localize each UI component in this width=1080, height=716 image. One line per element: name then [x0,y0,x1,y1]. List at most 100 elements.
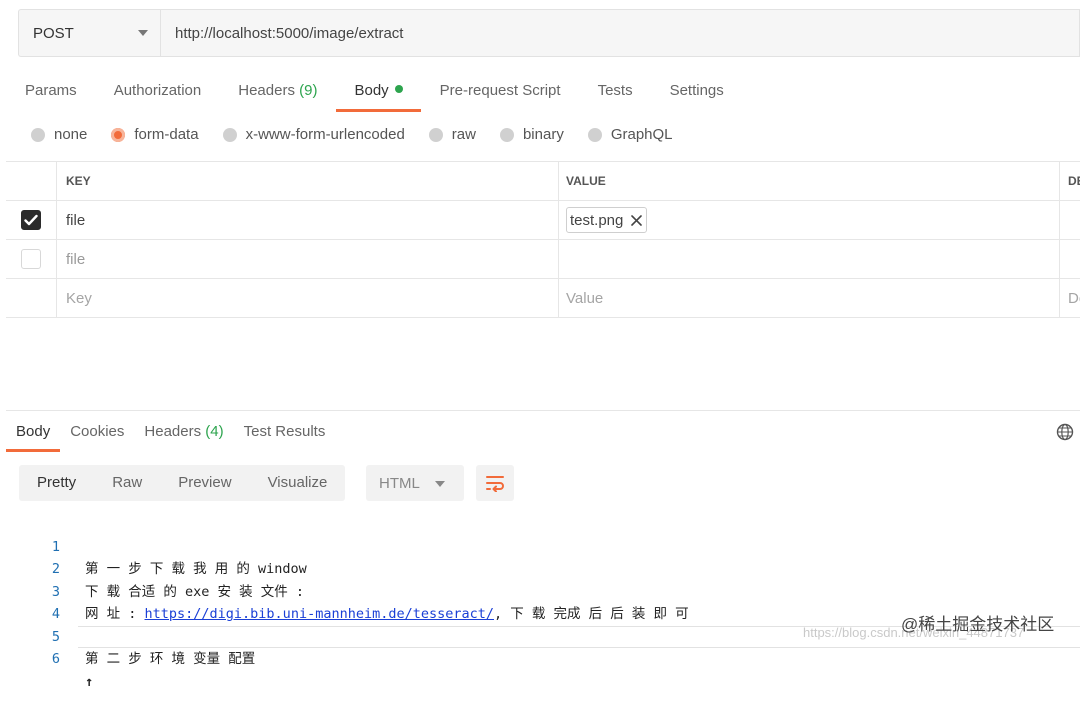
body-type-radios: none form-data x-www-form-urlencoded raw… [31,126,697,143]
code-line: 1 第 一 步 下 载 我 用 的 window [0,513,307,578]
line-text: 第 一 步 下 载 我 用 的 window [85,561,307,577]
radio-label: raw [451,126,476,143]
column-header-value: VALUE [559,162,1060,200]
row-enabled-checkbox[interactable] [21,210,41,230]
key-text: file [66,211,86,229]
header-check-cell [6,162,57,200]
code-line: 2 下 载 合适 的 exe 安 装 文件 : [0,536,304,600]
radio-label: binary [522,126,564,143]
line-suffix: , 下 载 完成 后 后 装 即 可 [494,606,689,622]
row-check-cell [6,279,57,317]
key-input[interactable]: Key [57,279,559,317]
tab-label: Body [354,82,389,99]
tab-count-badge: (9) [299,82,318,99]
response-view-modes: Pretty Raw Preview Visualize [19,465,346,501]
radio-graphql[interactable]: GraphQL [587,126,673,143]
description-input[interactable]: Des [1060,279,1080,317]
tesseract-link[interactable]: https://digi.bib.uni-mannheim.de/tessera… [145,606,495,622]
radio-raw[interactable]: raw [428,126,476,143]
tab-label: Tests [597,82,633,99]
tab-label: Cookies [70,423,125,440]
radio-label: none [54,126,88,143]
line-number: 3 [51,583,60,600]
line-number: 2 [51,561,60,577]
radio-none[interactable]: none [31,126,87,143]
response-tab-test-results[interactable]: Test Results [244,414,326,452]
tab-label: Headers [238,82,295,99]
key-cell[interactable]: file [57,240,559,278]
description-cell[interactable] [1060,240,1080,278]
tab-pre-request-script[interactable]: Pre-request Script [440,72,561,112]
view-mode-preview[interactable]: Preview [160,465,249,501]
line-prefix: 网 址 : [85,606,145,622]
language-select[interactable]: HTML [366,465,464,501]
radio-circle-selected-icon [111,127,126,142]
table-row: file [6,240,1080,279]
active-dot-icon [394,85,403,94]
column-header-key: KEY [57,162,559,200]
tab-settings[interactable]: Settings [670,72,724,112]
radio-circle-icon [222,127,237,142]
tab-label: Authorization [113,82,202,99]
tab-tests[interactable]: Tests [598,72,633,112]
response-tab-headers[interactable]: Headers (4) [144,414,223,452]
table-header-row: KEY VALUE DESC [6,162,1080,201]
radio-binary[interactable]: binary [499,126,564,143]
line-number: 6 [51,651,60,667]
view-mode-visualize[interactable]: Visualize [250,465,346,501]
value-input[interactable]: Value [559,279,1060,317]
file-chip: test.png [566,207,648,233]
table-row-new: Key Value Des [6,279,1080,318]
response-tab-body[interactable]: Body [5,414,61,452]
tab-label: Body [16,423,51,440]
tab-body[interactable]: Body [336,72,421,112]
radio-label: form-data [134,126,199,143]
request-tabs: Params Authorization Headers (9) Body Pr… [25,72,761,112]
globe-icon[interactable] [1056,423,1074,446]
key-cell[interactable]: file [57,201,559,239]
radio-x-www-form-urlencoded[interactable]: x-www-form-urlencoded [222,126,405,143]
url-input[interactable]: http://localhost:5000/image/extract [160,9,1080,57]
tab-count-badge: (4) [205,423,224,440]
radio-label: GraphQL [610,126,673,143]
tab-label: Params [25,82,77,99]
line-number: 1 [51,538,60,555]
radio-circle-icon [31,127,45,142]
watermark: @稀土掘金技术社区 [901,615,1055,634]
tab-headers[interactable]: Headers (9) [238,72,317,112]
value-cell[interactable]: test.png [559,201,1060,239]
table-row: file test.png [6,201,1080,240]
code-line: 3 网 址 : https://digi.bib.uni-mannheim.de… [0,558,689,623]
http-method-label: POST [33,24,74,42]
code-line: 6 ↑ [0,626,93,690]
radio-form-data[interactable]: form-data [111,126,199,143]
chevron-down-icon [138,30,148,36]
line-text: 第 二 步 环 境 变量 配置 [85,651,256,667]
language-label: HTML [379,474,420,492]
file-name: test.png [570,211,624,229]
url-text: http://localhost:5000/image/extract [175,24,404,42]
tab-label: Settings [669,82,724,99]
line-number: 4 [51,606,60,622]
row-enabled-checkbox[interactable] [21,249,41,269]
key-text: file [66,250,86,268]
line-number: 5 [51,628,60,645]
response-tabs: Body Cookies Headers (4) Test Results [5,414,345,452]
wrap-lines-button[interactable] [476,465,514,501]
response-tab-cookies[interactable]: Cookies [70,414,124,452]
remove-file-close-icon[interactable] [631,214,643,226]
description-cell[interactable] [1060,201,1080,239]
tab-label: Pre-request Script [439,82,561,99]
view-mode-raw[interactable]: Raw [94,465,160,501]
checkmark-icon [24,214,38,226]
view-mode-pretty[interactable]: Pretty [19,465,94,501]
radio-circle-icon [428,127,443,142]
tab-authorization[interactable]: Authorization [114,72,202,112]
wrap-lines-icon [486,476,504,492]
value-cell[interactable] [559,240,1060,278]
tab-params[interactable]: Params [25,72,77,112]
form-data-table: KEY VALUE DESC file test.png file [6,161,1080,318]
response-code-viewer[interactable]: 1 第 一 步 下 载 我 用 的 window 2 下 载 合适 的 exe … [0,513,1080,690]
row-check-cell [6,240,57,278]
http-method-select[interactable]: POST [18,9,160,57]
